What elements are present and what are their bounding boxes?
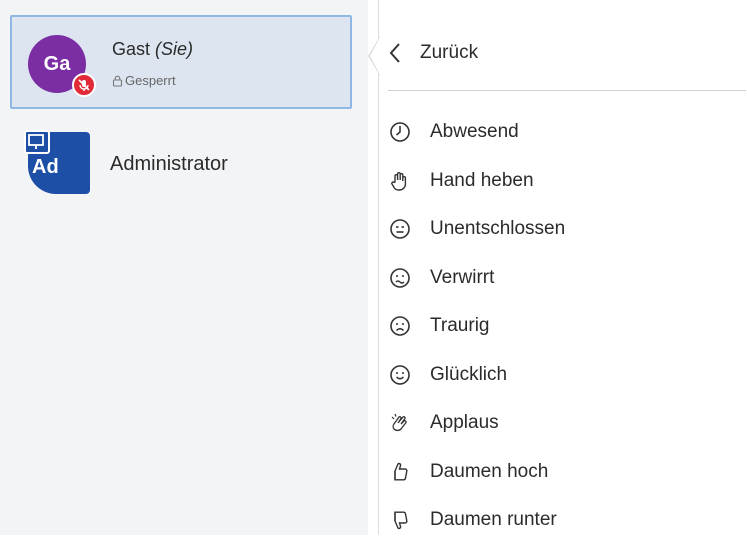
user-list-panel: Ga Gast (Sie) Gesperrt Ad Administrator — [0, 0, 368, 535]
menu-item-abwesend[interactable]: Abwesend — [388, 108, 746, 157]
user-status: Gesperrt — [112, 73, 176, 88]
hand-icon — [388, 169, 412, 193]
chevron-left-icon — [388, 41, 402, 65]
lock-icon — [112, 75, 123, 87]
thumbs-up-icon — [388, 460, 412, 484]
avatar-initials: Ga — [43, 52, 71, 75]
menu-item-daumen-runter[interactable]: Daumen runter — [388, 496, 746, 545]
menu-divider — [388, 90, 746, 91]
happy-face-icon — [388, 363, 412, 387]
monitor-icon — [24, 130, 50, 154]
menu-item-unentschlossen[interactable]: Unentschlossen — [388, 205, 746, 254]
status-menu: Abwesend Hand heben Unentschlossen Verwi… — [388, 108, 746, 545]
thumbs-down-icon — [388, 508, 412, 532]
avatar-initials: Ad — [32, 156, 59, 178]
menu-item-applaus[interactable]: Applaus — [388, 399, 746, 448]
avatar: Ad — [24, 130, 90, 194]
muted-mic-icon — [72, 73, 96, 97]
user-name: Administrator — [110, 153, 228, 175]
menu-item-traurig[interactable]: Traurig — [388, 302, 746, 351]
user-list-item-current[interactable]: Ga Gast (Sie) Gesperrt — [10, 15, 352, 109]
menu-item-verwirrt[interactable]: Verwirrt — [388, 254, 746, 303]
popover-arrow-fill — [370, 37, 380, 75]
applause-icon — [388, 411, 412, 435]
menu-item-gluecklich[interactable]: Glücklich — [388, 351, 746, 400]
back-label: Zurück — [420, 42, 479, 63]
user-name: Gast (Sie) — [112, 39, 194, 59]
menu-item-hand-heben[interactable]: Hand heben — [388, 157, 746, 206]
confused-face-icon — [388, 266, 412, 290]
neutral-face-icon — [388, 217, 412, 241]
clock-icon — [388, 120, 412, 144]
back-button[interactable]: Zurück — [388, 30, 746, 76]
sad-face-icon — [388, 314, 412, 338]
you-suffix: (Sie) — [155, 39, 194, 59]
user-list-item-admin[interactable]: Ad Administrator — [10, 128, 352, 198]
menu-item-daumen-hoch[interactable]: Daumen hoch — [388, 448, 746, 497]
